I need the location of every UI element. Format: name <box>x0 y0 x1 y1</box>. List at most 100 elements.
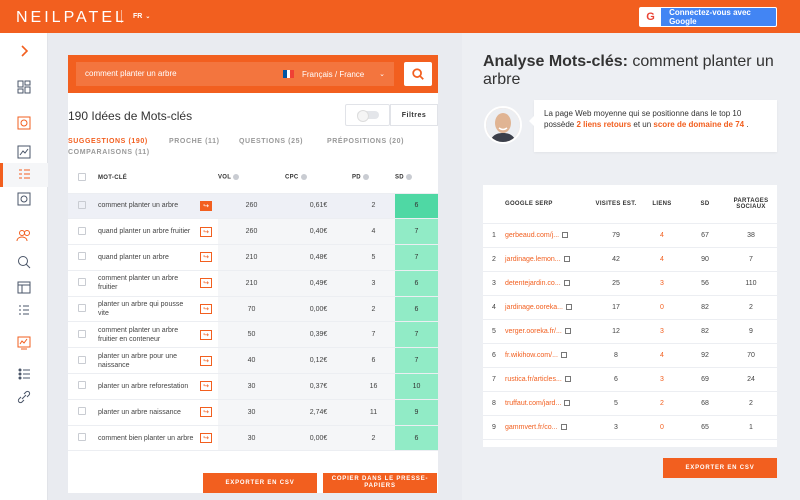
google-signin-button[interactable]: G Connectez-vous avec Google <box>639 7 777 27</box>
table-row[interactable]: comment planter un arbre fruitier en con… <box>68 321 438 349</box>
external-link-icon[interactable] <box>565 303 572 310</box>
row-checkbox[interactable] <box>78 407 86 416</box>
serp-domain-link[interactable]: fr.wikihow.com/... <box>505 352 558 359</box>
tab-questions[interactable]: QUESTIONS (25) <box>239 138 303 145</box>
col-sd[interactable]: SD <box>701 201 710 207</box>
external-link-icon[interactable] <box>563 279 570 286</box>
external-link-icon[interactable] <box>564 399 571 406</box>
keyword-cell[interactable]: planter un arbre qui pousse vite <box>98 300 196 318</box>
filter-toggle[interactable] <box>345 104 390 126</box>
row-checkbox[interactable] <box>78 278 86 287</box>
open-link-icon[interactable]: ↪ <box>200 329 212 340</box>
keyword-cell[interactable]: planter un arbre reforestation <box>98 382 196 391</box>
links-cell[interactable]: 2 <box>639 391 685 416</box>
filters-button[interactable]: Filtres <box>390 104 438 126</box>
col-google-serp[interactable]: GOOGLE SERP <box>505 201 553 207</box>
keyword-cell[interactable]: planter un arbre naissance <box>98 408 196 417</box>
open-link-icon[interactable]: ↪ <box>200 355 212 366</box>
links-cell[interactable]: 4 <box>639 247 685 272</box>
external-link-icon[interactable] <box>564 375 571 382</box>
brand-logo[interactable]: NEILPATEL <box>16 9 127 27</box>
serp-domain-link[interactable]: rustica.fr/articles... <box>505 376 562 383</box>
external-link-icon[interactable] <box>564 327 571 334</box>
links-cell[interactable]: 3 <box>639 367 685 392</box>
col-visits[interactable]: VISITES EST. <box>596 201 637 207</box>
list-icon[interactable] <box>14 301 34 319</box>
open-link-icon[interactable]: ↪ <box>200 200 212 211</box>
row-checkbox[interactable] <box>78 433 86 442</box>
links-cell[interactable]: 4 <box>639 223 685 248</box>
col-sd[interactable]: SD <box>395 175 404 181</box>
row-checkbox[interactable] <box>78 200 86 209</box>
settings-list-icon[interactable] <box>14 365 34 383</box>
table-row[interactable]: planter un arbre pour une naissance ↪ 40 0,… <box>68 347 438 375</box>
search-button[interactable] <box>404 62 432 86</box>
links-cell[interactable]: 3 <box>639 271 685 296</box>
row-checkbox[interactable] <box>78 355 86 364</box>
serp-domain-link[interactable]: gammvert.fr/co... <box>505 424 558 431</box>
table-row[interactable]: comment planter un arbre fruitier ↪ 210 0,4… <box>68 270 438 297</box>
open-link-icon[interactable]: ↪ <box>200 407 212 418</box>
serp-domain-link[interactable]: verger.ooreka.fr/... <box>505 328 562 335</box>
links-cell[interactable]: 3 <box>639 319 685 344</box>
calendar-icon[interactable] <box>14 278 34 296</box>
col-cpc[interactable]: CPC <box>285 175 299 181</box>
dashboard-icon[interactable] <box>14 78 34 96</box>
country-select[interactable]: Français / France ⌄ <box>271 62 394 86</box>
table-row[interactable]: planter un arbre reforestation ↪ 30 0,37€ 16… <box>68 373 438 400</box>
keyword-cell[interactable]: comment planter un arbre fruitier <box>98 274 196 292</box>
external-link-icon[interactable] <box>562 231 569 238</box>
row-checkbox[interactable] <box>78 304 86 313</box>
table-row[interactable]: comment planter un arbre ↪ 260 0,61€ 2 6 <box>68 193 438 220</box>
row-checkbox[interactable] <box>78 381 86 390</box>
chevron-right-icon[interactable] <box>14 42 34 60</box>
table-row[interactable]: comment bien planter un arbre ↪ 30 0,00€ 2 6 <box>68 425 438 452</box>
row-checkbox[interactable] <box>78 226 86 235</box>
external-link-icon[interactable] <box>560 423 567 430</box>
keyword-cell[interactable]: planter un arbre pour une naissance <box>98 352 196 370</box>
row-checkbox[interactable] <box>78 329 86 338</box>
export-serp-csv-button[interactable]: EXPORTER EN CSV <box>663 458 777 478</box>
search-analytics-icon[interactable] <box>14 253 34 271</box>
open-link-icon[interactable]: ↪ <box>200 304 212 315</box>
tab-proche[interactable]: PROCHE (11) <box>169 138 220 145</box>
links-cell[interactable]: 4 <box>639 343 685 368</box>
tab-prepositions[interactable]: PRÉPOSITIONS (20) <box>327 138 404 145</box>
serp-domain-link[interactable]: jardinage.lemon... <box>505 256 561 263</box>
serp-domain-link[interactable]: truffaut.com/jard... <box>505 400 561 407</box>
open-link-icon[interactable]: ↪ <box>200 278 212 289</box>
open-link-icon[interactable]: ↪ <box>200 381 212 392</box>
col-links[interactable]: LIENS <box>652 201 671 207</box>
table-row[interactable]: planter un arbre qui pousse vite ↪ 70 0,00€… <box>68 296 438 323</box>
keyword-cell[interactable]: quand planter un arbre fruitier <box>98 227 196 236</box>
copy-clipboard-button[interactable]: COPIER DANS LE PRESSE-PAPIERS <box>323 473 437 493</box>
users-icon[interactable] <box>14 226 34 244</box>
chart-icon[interactable] <box>14 143 34 161</box>
keyword-cell[interactable]: comment planter un arbre fruitier en con… <box>98 326 196 344</box>
keyword-cell[interactable]: comment planter un arbre <box>98 201 196 210</box>
site-audit-icon[interactable] <box>14 114 34 132</box>
tab-suggestions[interactable]: SUGGESTIONS (190) <box>68 138 148 145</box>
external-link-icon[interactable] <box>560 351 567 358</box>
col-shares[interactable]: PARTAGES SOCIAUX <box>734 198 769 210</box>
language-selector[interactable]: FR ⌄ <box>133 11 150 20</box>
table-row[interactable]: quand planter un arbre ↪ 210 0,48€ 5 7 <box>68 244 438 271</box>
external-link-icon[interactable] <box>563 255 570 262</box>
keyword-cell[interactable]: comment bien planter un arbre <box>98 434 196 443</box>
col-keyword[interactable]: MOT-CLÉ <box>98 175 127 181</box>
select-all-checkbox[interactable] <box>78 172 86 181</box>
keyword-cell[interactable]: quand planter un arbre <box>98 253 196 262</box>
table-row[interactable]: quand planter un arbre fruitier ↪ 260 0,40€… <box>68 218 438 246</box>
backlinks-icon[interactable] <box>14 190 34 208</box>
col-pd[interactable]: PD <box>352 175 361 181</box>
search-input[interactable]: comment planter un arbre <box>76 62 271 86</box>
table-row[interactable]: planter un arbre naissance ↪ 30 2,74€ 11 9 <box>68 399 438 426</box>
open-link-icon[interactable]: ↪ <box>200 252 212 263</box>
export-csv-button[interactable]: EXPORTER EN CSV <box>203 473 317 493</box>
link-icon[interactable] <box>14 388 34 406</box>
serp-domain-link[interactable]: gerbeaud.com/j... <box>505 232 559 239</box>
links-cell[interactable]: 0 <box>639 295 685 320</box>
links-cell[interactable]: 0 <box>639 415 685 440</box>
keyword-list-icon[interactable] <box>0 163 48 187</box>
col-vol[interactable]: VOL <box>218 175 231 181</box>
